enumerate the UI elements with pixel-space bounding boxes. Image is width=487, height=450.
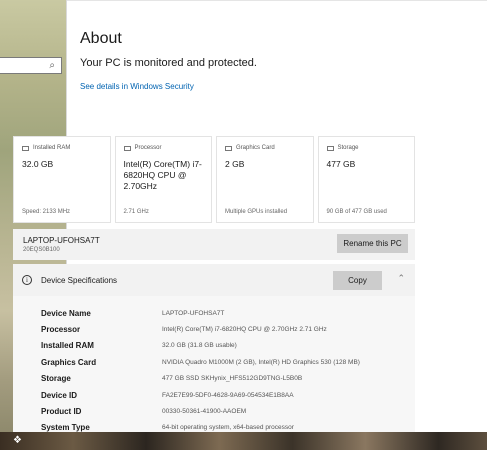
spec-row-storage: Storage 477 GB SSD SKHynix_HFS512GD9TNG-… <box>41 374 411 390</box>
graphics-card-icon <box>225 145 232 151</box>
spec-label: Installed RAM <box>41 341 94 350</box>
rename-pc-button[interactable]: Rename this PC <box>337 234 408 253</box>
spec-cards: Installed RAM 32.0 GB Speed: 2133 MHz Pr… <box>13 136 415 223</box>
spec-value: LAPTOP-UFOHSA7T <box>162 310 225 317</box>
card-footer: 90 GB of 477 GB used <box>326 209 387 215</box>
card-label: Installed RAM <box>33 145 71 151</box>
device-specifications-header[interactable]: i Device Specifications Copy ⌃ <box>13 264 415 296</box>
pc-name: LAPTOP-UFOHSA7T <box>23 236 100 245</box>
windows-security-link[interactable]: See details in Windows Security <box>80 82 194 91</box>
chevron-up-icon[interactable]: ⌃ <box>397 273 405 284</box>
spec-row-device-id: Device ID FA2E7E99-5DF0-4628-9A69-054534… <box>41 391 411 407</box>
protection-status-text: Your PC is monitored and protected. <box>80 57 257 69</box>
spec-value: 477 GB SSD SKHynix_HFS512GD9TNG-L5B0B <box>162 375 303 382</box>
card-value: Intel(R) Core(TM) i7-6820HQ CPU @ 2.70GH… <box>123 159 202 191</box>
card-installed-ram: Installed RAM 32.0 GB Speed: 2133 MHz <box>13 136 111 223</box>
spec-value: Intel(R) Core(TM) i7-6820HQ CPU @ 2.70GH… <box>162 326 327 333</box>
settings-search-input[interactable]: ⌕ <box>0 57 62 74</box>
spec-row-graphics-card: Graphics Card NVIDIA Quadro M1000M (2 GB… <box>41 358 411 374</box>
spec-value: FA2E7E99-5DF0-4628-9A69-054534E1B8AA <box>162 392 294 399</box>
storage-icon <box>326 145 334 151</box>
card-graphics-card: Graphics Card 2 GB Multiple GPUs install… <box>216 136 314 223</box>
spec-value: 32.0 GB (31.8 GB usable) <box>162 342 237 349</box>
spec-value: 00330-50361-41900-AAOEM <box>162 408 247 415</box>
spec-label: Device ID <box>41 391 78 400</box>
info-icon: i <box>22 275 32 285</box>
card-storage: Storage 477 GB 90 GB of 477 GB used <box>317 136 415 223</box>
spec-row-product-id: Product ID 00330-50361-41900-AAOEM <box>41 407 411 423</box>
spec-label: Processor <box>41 325 81 334</box>
ram-icon <box>22 145 29 151</box>
card-label: Processor <box>134 145 162 151</box>
spec-label: Storage <box>41 374 71 383</box>
section-title: Device Specifications <box>41 276 118 285</box>
card-label: Storage <box>337 145 359 151</box>
card-value: 2 GB <box>225 159 245 169</box>
pc-name-bar: LAPTOP-UFOHSA7T 20EQS0B100 Rename this P… <box>13 229 415 260</box>
spec-row-installed-ram: Installed RAM 32.0 GB (31.8 GB usable) <box>41 341 411 357</box>
card-label: Graphics Card <box>236 145 275 151</box>
taskbar: ❖ <box>0 432 487 450</box>
card-footer: Multiple GPUs installed <box>225 209 288 215</box>
processor-icon <box>123 145 131 151</box>
spec-row-device-name: Device Name LAPTOP-UFOHSA7T <box>41 309 411 325</box>
divider <box>67 0 487 1</box>
spec-label: Graphics Card <box>41 358 97 367</box>
spec-label: System Type <box>41 423 90 432</box>
card-processor: Processor Intel(R) Core(TM) i7-6820HQ CP… <box>114 136 212 223</box>
card-footer: Speed: 2133 MHz <box>22 209 71 215</box>
spec-value: 64-bit operating system, x64-based proce… <box>162 424 294 431</box>
spec-label: Product ID <box>41 407 82 416</box>
copy-button[interactable]: Copy <box>333 271 382 290</box>
spec-value: NVIDIA Quadro M1000M (2 GB), Intel(R) HD… <box>162 359 360 366</box>
start-icon[interactable]: ❖ <box>13 435 22 446</box>
search-icon[interactable]: ⌕ <box>49 60 55 71</box>
spec-label: Device Name <box>41 309 91 318</box>
pc-model-id: 20EQS0B100 <box>23 247 60 253</box>
spec-row-processor: Processor Intel(R) Core(TM) i7-6820HQ CP… <box>41 325 411 341</box>
card-value: 32.0 GB <box>22 159 54 169</box>
card-value: 477 GB <box>326 159 356 169</box>
device-specifications-list: Device Name LAPTOP-UFOHSA7T Processor In… <box>13 296 415 432</box>
card-footer: 2.71 GHz <box>123 209 149 215</box>
page-title: About <box>80 30 122 47</box>
